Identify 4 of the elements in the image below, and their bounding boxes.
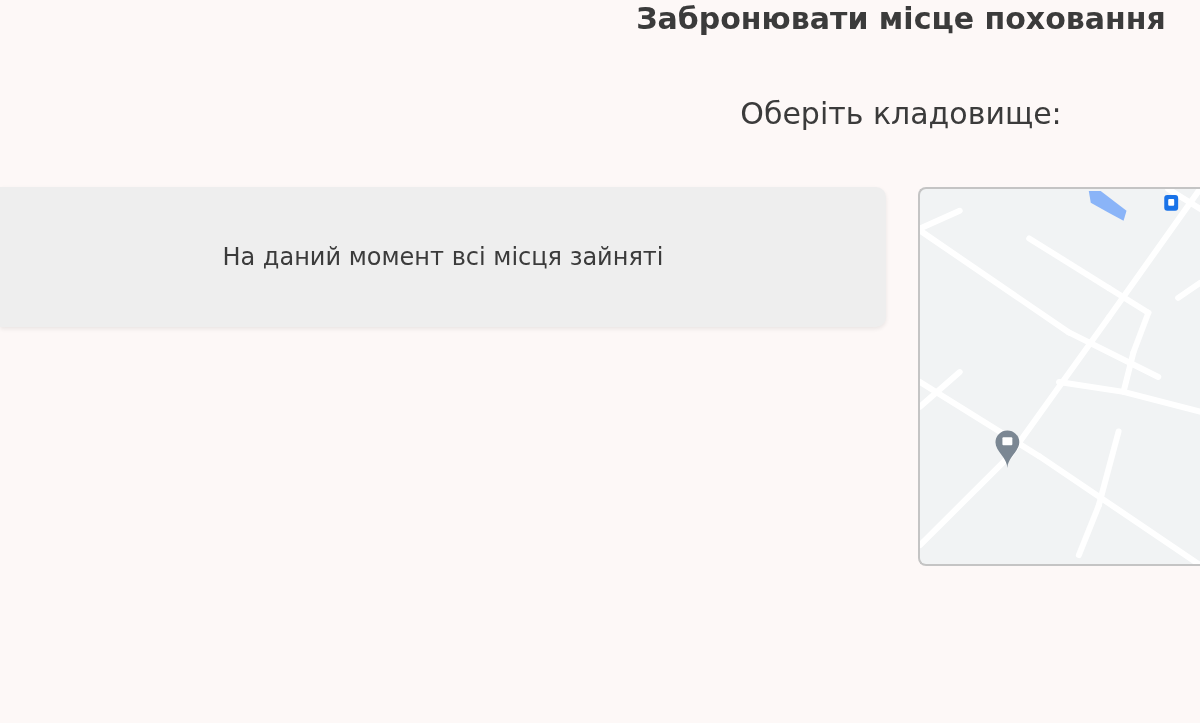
street-map[interactable] (918, 187, 1200, 566)
page-subtitle: Оберіть кладовище: (739, 95, 1063, 133)
page-title: Забронювати місце поховання (635, 0, 1167, 38)
notice-text: На даний момент всі місця зайняті (222, 242, 664, 273)
